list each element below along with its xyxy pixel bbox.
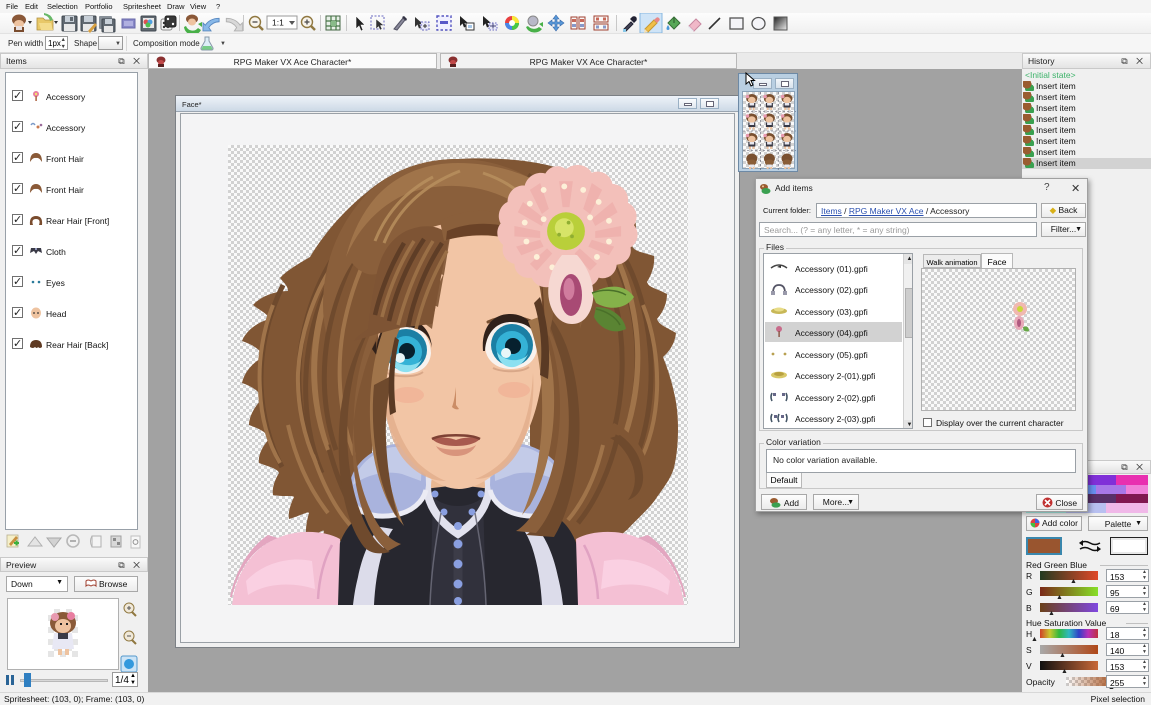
svg-text:1:1: 1:1 xyxy=(272,18,284,28)
